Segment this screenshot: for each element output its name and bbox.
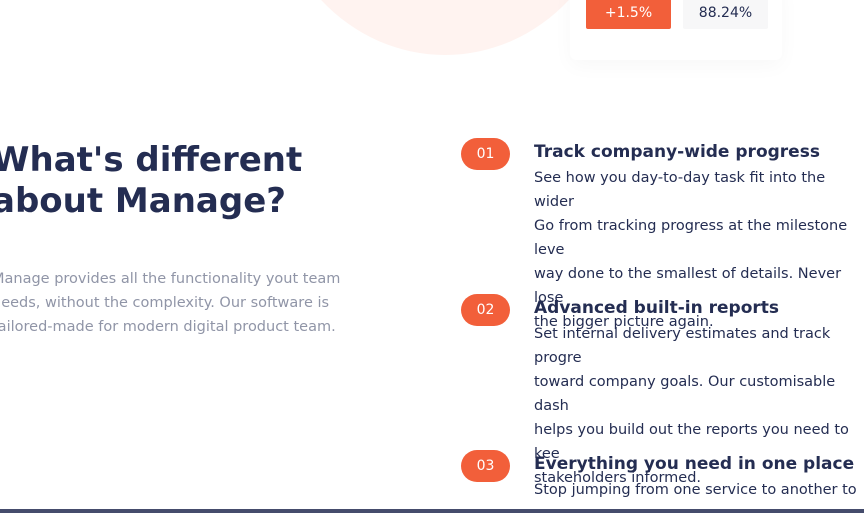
feature-number-badge: 03 bbox=[461, 450, 510, 482]
feature-number-badge: 02 bbox=[461, 294, 510, 326]
hero-decorative-circle bbox=[270, 0, 620, 55]
feature-title: Advanced built-in reports bbox=[534, 298, 780, 318]
section-intro: Manage provides all the functionality yo… bbox=[0, 271, 341, 335]
growth-badge: +1.5% bbox=[586, 0, 671, 29]
bottom-divider bbox=[0, 509, 864, 513]
page: +1.5% 88.24% What's different about Mana… bbox=[0, 0, 864, 513]
feature-number-badge: 01 bbox=[461, 138, 510, 170]
section-heading: What's different about Manage? bbox=[0, 140, 303, 221]
percentage-badge: 88.24% bbox=[683, 0, 768, 29]
feature-title: Track company-wide progress bbox=[534, 142, 820, 162]
feature-title: Everything you need in one place bbox=[534, 454, 855, 474]
feature-description: Stop jumping from one service to another… bbox=[534, 482, 857, 498]
